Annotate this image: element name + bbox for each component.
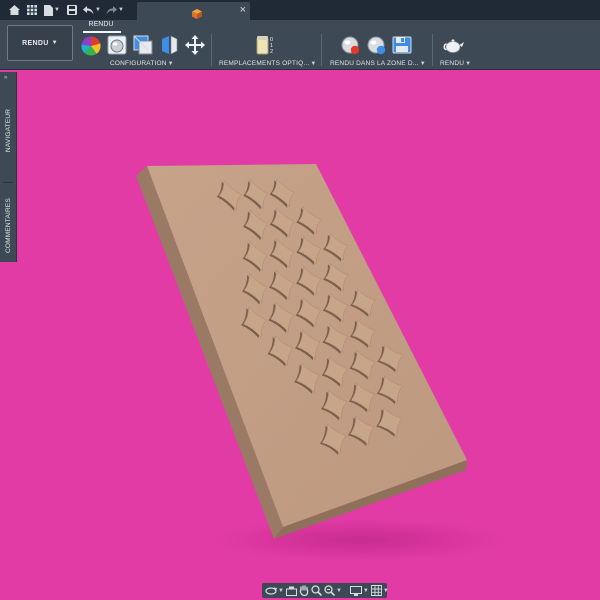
appearance-button[interactable] [81,36,101,56]
render-settings-button[interactable] [366,35,386,55]
physical-material-button[interactable]: 0 1 2 [255,34,279,56]
left-palette: » NAVIGATEUR COMMENTAIRES [0,72,17,262]
tab-commentaires[interactable]: COMMENTAIRES [1,190,16,260]
file-icon [44,4,54,16]
zoom-icon [311,585,322,596]
pan-button[interactable] [299,584,309,597]
configuration-group-label[interactable]: CONFIGURATION▼ [110,59,174,68]
home-button[interactable] [7,2,21,18]
chevron-down-icon: ▼ [335,587,342,594]
decal-icon [162,35,178,55]
look-at-icon [285,586,297,596]
chevron-down-icon: ▼ [54,7,60,13]
orbit-icon [265,586,277,595]
tab-divider [3,182,13,183]
move-button[interactable] [185,35,205,55]
zoom-button[interactable] [311,584,322,597]
fusion-render-workspace: ▼ ▼ ▼ × RENDU ▼ RENDU CONFIGURATION▼ 0 1… [0,0,600,600]
chevron-down-icon: ▼ [362,587,369,594]
save-icon [67,5,77,15]
in-canvas-render-button[interactable] [340,35,360,55]
chevron-down-icon: ▼ [118,7,124,13]
fit-icon [324,585,335,596]
group-divider [321,34,322,66]
svg-text:2: 2 [270,49,273,55]
render-button[interactable] [443,36,465,54]
scene-settings-icon [107,35,127,55]
workspace-label: RENDU [22,39,49,47]
navigation-bar: ▼ ▼ ▼ ▼ [262,583,389,598]
decal-button[interactable] [159,35,179,55]
chevron-down-icon: ▼ [382,587,389,594]
floor-shadow [210,518,510,562]
save-button[interactable] [66,2,78,18]
redo-button[interactable]: ▼ [106,2,124,18]
title-bar: ▼ ▼ ▼ × [0,0,600,20]
workspace-switcher-button[interactable]: RENDU ▼ [7,25,73,61]
textured-panel-model [136,164,510,562]
document-tab[interactable]: × [137,2,250,20]
group-divider [432,34,433,66]
group-divider [211,34,212,66]
grid-settings-icon [370,585,382,596]
chevron-down-icon: ▼ [51,40,58,46]
move-icon [185,35,205,55]
in-canvas-render-group-label[interactable]: RENDU DANS LA ZONE D...▼ [330,59,426,68]
appearance-icon [81,36,101,56]
file-menu-button[interactable]: ▼ [43,2,61,18]
undo-button[interactable]: ▼ [83,2,101,18]
render-teapot-icon [443,39,464,53]
texture-map-button[interactable] [133,35,153,55]
active-tab-indicator [83,31,121,33]
capture-image-icon [392,36,412,54]
display-settings-button[interactable]: ▼ [349,584,369,597]
optical-overrides-group-label[interactable]: REMPLACEMENTS OPTIQ...▼ [219,59,317,68]
redo-icon [106,5,118,14]
render-group-label[interactable]: RENDU▼ [440,59,471,68]
in-canvas-render-icon [341,36,360,55]
render-settings-icon [367,36,386,55]
capture-image-button[interactable] [392,34,412,54]
tab-rendu[interactable]: RENDU [83,20,119,30]
scene-settings-button[interactable] [107,35,127,55]
orbit-button[interactable]: ▼ [265,584,284,597]
render-canvas[interactable] [0,72,600,580]
grid-settings-button[interactable]: ▼ [370,584,389,597]
grid-icon [27,5,37,15]
close-icon[interactable]: × [240,3,246,17]
tab-navigateur[interactable]: NAVIGATEUR [1,86,16,174]
pan-icon [299,585,309,596]
physical-material-icon: 0 1 2 [256,36,273,55]
data-panel-button[interactable] [25,2,39,18]
chevron-down-icon: ▼ [278,587,284,594]
display-settings-icon [349,585,362,596]
fit-button[interactable]: ▼ [324,584,342,597]
texture-map-icon [133,35,153,55]
look-at-button[interactable] [285,584,297,597]
home-icon [8,5,20,15]
toolbar-ribbon: RENDU ▼ RENDU CONFIGURATION▼ 0 1 2 REMPL… [0,20,600,70]
chevron-down-icon: ▼ [95,7,101,13]
expand-icon[interactable]: » [4,74,7,82]
undo-icon [83,5,94,14]
